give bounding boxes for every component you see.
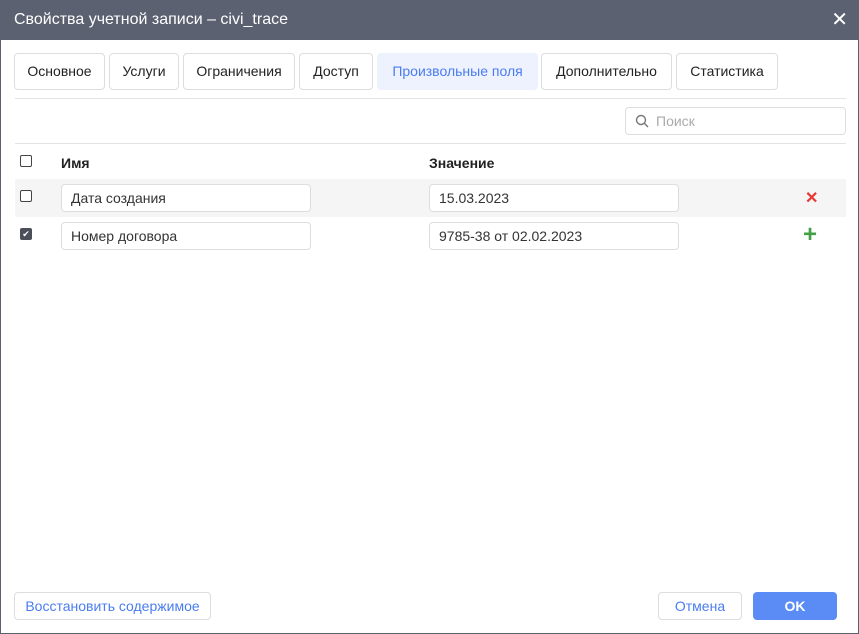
- tab-additional[interactable]: Дополнительно: [541, 53, 672, 90]
- tab-statistics[interactable]: Статистика: [676, 53, 778, 90]
- restore-content-button[interactable]: Восстановить содержимое: [14, 592, 211, 620]
- column-value: Значение: [429, 155, 495, 171]
- tab-services[interactable]: Услуги: [109, 53, 179, 90]
- divider: [15, 143, 846, 144]
- cancel-button[interactable]: Отмена: [658, 592, 742, 620]
- title-bar: Свойства учетной записи – civi_trace ✕: [1, 0, 858, 40]
- field-name-input[interactable]: Дата создания: [61, 184, 311, 212]
- row-checkbox[interactable]: [20, 190, 32, 202]
- close-icon[interactable]: ✕: [831, 0, 848, 40]
- account-properties-dialog: Свойства учетной записи – civi_trace ✕ О…: [0, 0, 859, 634]
- dialog-title: Свойства учетной записи – civi_trace: [14, 11, 288, 28]
- table-row: Дата создания 15.03.2023 ✕: [15, 179, 846, 217]
- search-icon: [635, 114, 649, 128]
- ok-button[interactable]: OK: [753, 592, 837, 620]
- field-value-input[interactable]: 15.03.2023: [429, 184, 679, 212]
- tab-limits[interactable]: Ограничения: [183, 53, 295, 90]
- add-icon[interactable]: +: [803, 221, 817, 249]
- table-row: ✔ Номер договора 9785-38 от 02.02.2023 +: [15, 217, 846, 255]
- delete-icon[interactable]: ✕: [805, 188, 818, 208]
- tab-access[interactable]: Доступ: [299, 53, 373, 90]
- tab-basic[interactable]: Основное: [14, 53, 105, 90]
- tab-custom-fields[interactable]: Произвольные поля: [377, 53, 538, 90]
- select-all-checkbox[interactable]: [20, 155, 32, 167]
- field-value-input[interactable]: 9785-38 от 02.02.2023: [429, 222, 679, 250]
- column-name: Имя: [61, 155, 90, 171]
- search-input[interactable]: Поиск: [625, 107, 846, 135]
- field-name-input[interactable]: Номер договора: [61, 222, 311, 250]
- divider: [15, 98, 846, 99]
- table-header: Имя Значение: [15, 145, 846, 178]
- search-placeholder: Поиск: [656, 113, 695, 129]
- row-checkbox[interactable]: ✔: [20, 228, 32, 240]
